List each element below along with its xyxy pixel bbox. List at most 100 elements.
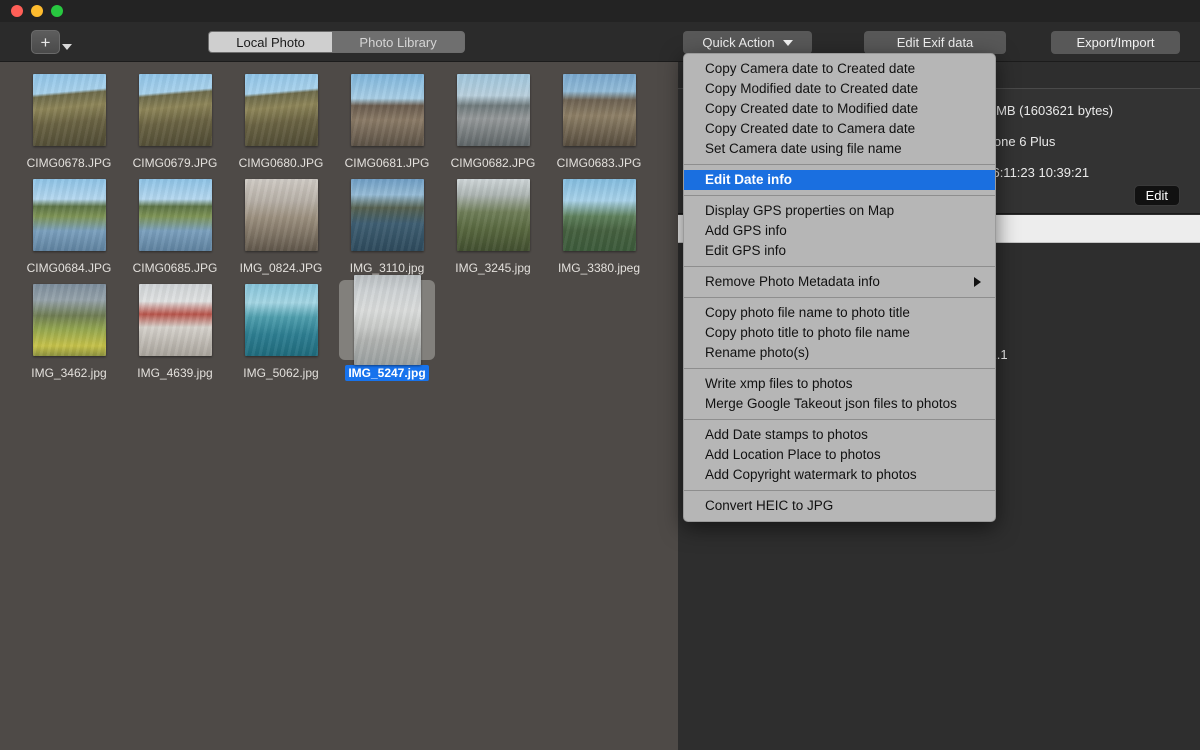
thumbnail-texture-overlay [245,284,318,356]
menu-item[interactable]: Set Camera date using file name [684,139,995,159]
photo-grid-item[interactable]: IMG_3380.jpeg [546,171,652,276]
photo-thumbnail-frame[interactable] [127,280,223,360]
quick-action-button[interactable]: Quick Action [683,31,812,54]
photo-thumbnail-frame[interactable] [551,70,647,150]
tab-local-photo[interactable]: Local Photo [209,32,332,52]
menu-separator [684,368,995,369]
photo-grid-item[interactable]: IMG_3462.jpg [16,276,122,381]
photo-thumbnail-frame[interactable] [551,175,647,255]
menu-item[interactable]: Copy Camera date to Created date [684,59,995,79]
thumbnail-texture-overlay [563,179,636,251]
photo-thumbnail-image [457,74,530,146]
menu-item[interactable]: Copy photo title to photo file name [684,323,995,343]
photo-grid-item[interactable]: IMG_0824.JPG [228,171,334,276]
toolbar [0,22,1200,62]
photo-thumbnail-image [33,284,106,356]
export-import-button[interactable]: Export/Import [1051,31,1180,54]
menu-item[interactable]: Convert HEIC to JPG [684,496,995,516]
photo-grid-item[interactable]: IMG_4639.jpg [122,276,228,381]
photo-thumbnail-frame[interactable] [21,280,117,360]
menu-item[interactable]: Copy photo file name to photo title [684,303,995,323]
menu-separator [684,266,995,267]
photo-filename-label: CIMG0684.JPG [24,260,115,276]
maximize-window-icon[interactable] [51,5,63,17]
photo-grid-item[interactable]: CIMG0678.JPG [16,66,122,171]
photo-thumbnail-image [139,179,212,251]
menu-item[interactable]: Copy Created date to Modified date [684,99,995,119]
photo-thumbnail-frame[interactable] [127,70,223,150]
menu-separator [684,195,995,196]
photo-filename-label: IMG_5062.jpg [240,365,321,381]
photo-thumbnail-frame[interactable] [339,175,435,255]
menu-item[interactable]: Copy Modified date to Created date [684,79,995,99]
photo-thumbnail-frame[interactable] [233,70,329,150]
photo-grid-item[interactable]: IMG_5247.jpg [334,276,440,381]
photo-grid-item[interactable]: CIMG0684.JPG [16,171,122,276]
tab-photo-library[interactable]: Photo Library [332,32,464,52]
photo-grid-item[interactable]: CIMG0683.JPG [546,66,652,171]
quick-action-menu[interactable]: Copy Camera date to Created dateCopy Mod… [683,53,996,522]
photo-thumbnail-frame[interactable] [21,70,117,150]
thumbnail-texture-overlay [351,74,424,146]
menu-item[interactable]: Write xmp files to photos [684,374,995,394]
menu-item[interactable]: Rename photo(s) [684,343,995,363]
photo-grid-item[interactable]: CIMG0679.JPG [122,66,228,171]
menu-item[interactable]: Edit GPS info [684,241,995,261]
photo-grid-item[interactable]: CIMG0682.JPG [440,66,546,171]
source-segmented-control[interactable]: Local Photo Photo Library [208,31,465,53]
edit-metadata-button[interactable]: Edit [1134,185,1180,206]
add-photos-button[interactable]: + [31,30,60,54]
close-window-icon[interactable] [11,5,23,17]
photo-thumbnail-frame[interactable] [445,70,541,150]
thumbnail-texture-overlay [245,74,318,146]
thumbnail-texture-overlay [563,74,636,146]
photo-thumbnail-frame[interactable] [339,70,435,150]
photo-filename-label: IMG_3462.jpg [28,365,109,381]
menu-item[interactable]: Edit Date info [684,170,995,190]
photo-thumbnail-frame[interactable] [127,175,223,255]
menu-item[interactable]: Add Date stamps to photos [684,425,995,445]
window-controls [11,5,63,17]
menu-item-label: Edit GPS info [705,241,786,261]
photo-grid: CIMG0678.JPGCIMG0679.JPG CIMG0680.JPG CIMG… [16,66,676,381]
photo-filename-label: CIMG0685.JPG [130,260,221,276]
photo-filename-label: CIMG0682.JPG [448,155,539,171]
menu-item[interactable]: Add Copyright watermark to photos [684,465,995,485]
menu-item[interactable]: Add GPS info [684,221,995,241]
photo-thumbnail-frame[interactable] [233,175,329,255]
photo-thumbnail-image [563,74,636,146]
photo-thumbnail-frame[interactable] [339,280,435,360]
menu-item[interactable]: Add Location Place to photos [684,445,995,465]
thumbnail-texture-overlay [33,74,106,146]
photo-filename-label: IMG_3380.jpeg [555,260,643,276]
menu-item[interactable]: Remove Photo Metadata info [684,272,995,292]
edit-exif-data-button[interactable]: Edit Exif data [864,31,1006,54]
photo-filename-label: CIMG0683.JPG [554,155,645,171]
photo-grid-item[interactable]: CIMG0680.JPG [228,66,334,171]
photo-thumbnail-frame[interactable] [21,175,117,255]
minimize-window-icon[interactable] [31,5,43,17]
photo-filename-label: CIMG0681.JPG [342,155,433,171]
menu-separator [684,164,995,165]
menu-separator [684,490,995,491]
photo-grid-item[interactable]: CIMG0681.JPG [334,66,440,171]
menu-item[interactable]: Copy Created date to Camera date [684,119,995,139]
photo-filename-label: CIMG0680.JPG [236,155,327,171]
photo-grid-item[interactable]: IMG_3110.jpg [334,171,440,276]
photo-thumbnail-frame[interactable] [445,175,541,255]
photo-grid-item[interactable]: CIMG0685.JPG [122,171,228,276]
photo-grid-item[interactable]: IMG_3245.jpg [440,171,546,276]
menu-item-label: Remove Photo Metadata info [705,272,880,292]
chevron-right-icon [974,277,981,287]
menu-item-label: Copy Created date to Camera date [705,119,915,139]
photo-thumbnail-image [245,284,318,356]
menu-item-label: Add GPS info [705,221,787,241]
photo-thumbnail-image [351,74,424,146]
add-photos-chevron-down-icon[interactable] [62,44,72,50]
photo-thumbnail-image [245,74,318,146]
thumbnail-texture-overlay [139,284,212,356]
photo-grid-item[interactable]: IMG_5062.jpg [228,276,334,381]
photo-thumbnail-frame[interactable] [233,280,329,360]
menu-item[interactable]: Display GPS properties on Map [684,201,995,221]
menu-item[interactable]: Merge Google Takeout json files to photo… [684,394,995,414]
